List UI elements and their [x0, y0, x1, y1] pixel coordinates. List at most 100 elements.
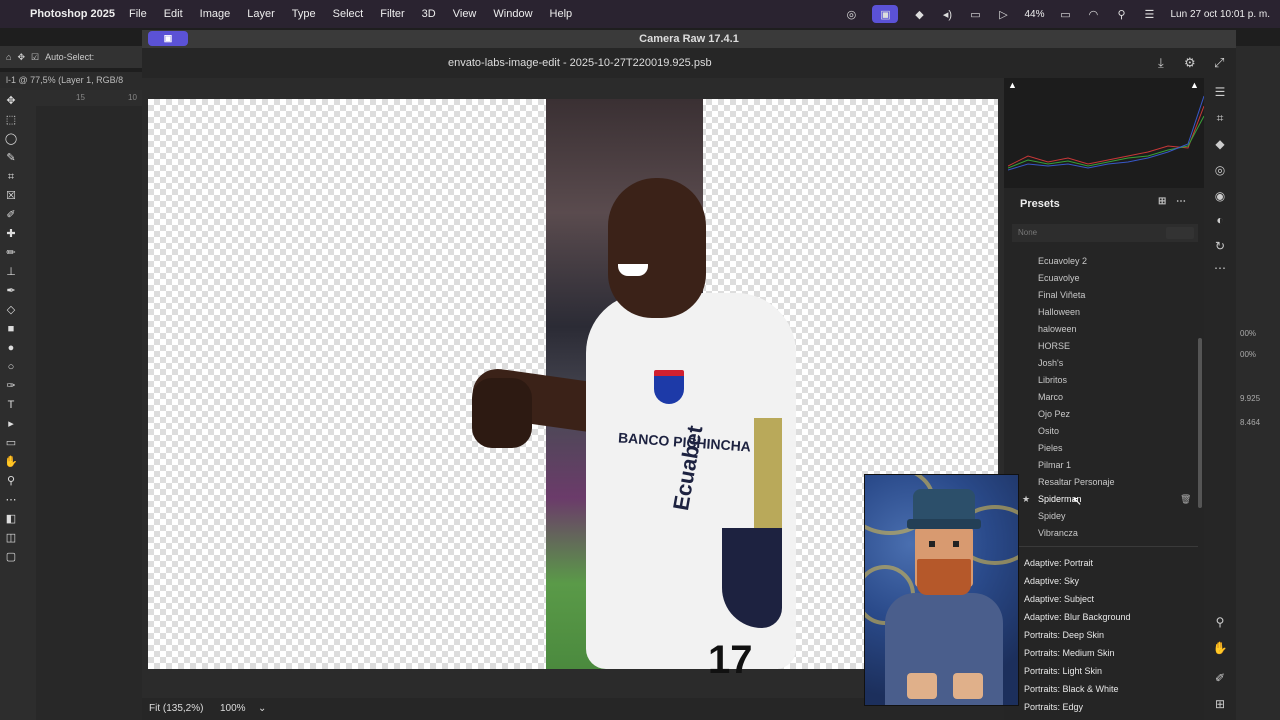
- preset-amount-chip[interactable]: [1166, 227, 1194, 239]
- marquee-icon[interactable]: ⬚: [4, 113, 18, 127]
- mask-icon[interactable]: ◎: [1212, 162, 1228, 178]
- more-tools-icon[interactable]: ⋯: [4, 493, 18, 507]
- path-select-icon[interactable]: ▸: [4, 417, 18, 431]
- preset-item[interactable]: Spidey: [1038, 511, 1066, 521]
- more-icon[interactable]: ⋯: [1212, 260, 1228, 276]
- zoom-tool-icon[interactable]: ⚲: [4, 474, 18, 488]
- eyedropper-icon[interactable]: ✐: [4, 208, 18, 222]
- preset-item[interactable]: Ecuavolye: [1038, 273, 1080, 283]
- preset-item[interactable]: Resaltar Personaje: [1038, 477, 1115, 487]
- zoom-dropdown-icon[interactable]: ⌄: [258, 703, 266, 714]
- preset-group[interactable]: Adaptive: Blur Background: [1024, 612, 1131, 622]
- zoom-icon[interactable]: ⚲: [1212, 614, 1228, 630]
- menu-filter[interactable]: Filter: [380, 8, 404, 20]
- pen-icon[interactable]: ✑: [4, 379, 18, 393]
- grid-icon[interactable]: ⊞: [1212, 696, 1228, 712]
- preset-item[interactable]: Ojo Pez: [1038, 409, 1070, 419]
- menu-select[interactable]: Select: [333, 8, 364, 20]
- snapshot-icon[interactable]: ↻: [1212, 238, 1228, 254]
- gradient-icon[interactable]: ■: [4, 322, 18, 336]
- menu-image[interactable]: Image: [200, 8, 231, 20]
- shape-icon[interactable]: ▭: [4, 436, 18, 450]
- preset-group[interactable]: Adaptive: Portrait: [1024, 558, 1093, 568]
- redeye-icon[interactable]: ◉: [1212, 188, 1228, 204]
- sampler-icon[interactable]: ✐: [1212, 670, 1228, 686]
- screen-share-icon[interactable]: ▣: [148, 31, 188, 46]
- volume-icon[interactable]: ◂): [940, 8, 954, 21]
- color-swatch-icon[interactable]: ◧: [4, 512, 18, 526]
- auto-select-checkbox[interactable]: ☑: [31, 52, 39, 63]
- play-icon[interactable]: ▷: [996, 8, 1010, 21]
- fit-zoom-option[interactable]: Fit (135,2%): [149, 703, 203, 714]
- preset-group[interactable]: Portraits: Light Skin: [1024, 666, 1102, 676]
- gear-icon[interactable]: ⚙: [1184, 55, 1196, 71]
- chat-icon[interactable]: ◆: [912, 8, 926, 21]
- presets-icon[interactable]: ◐: [1212, 212, 1228, 228]
- menu-type[interactable]: Type: [292, 8, 316, 20]
- preset-item[interactable]: Pieles: [1038, 443, 1063, 453]
- dodge-icon[interactable]: ○: [4, 360, 18, 374]
- screen-record-icon[interactable]: ▣: [872, 5, 899, 23]
- fullscreen-icon[interactable]: ⤢: [1214, 55, 1224, 71]
- crop-tool-icon[interactable]: ⌗: [4, 170, 18, 184]
- preset-group[interactable]: Adaptive: Sky: [1024, 576, 1079, 586]
- menu-3d[interactable]: 3D: [422, 8, 436, 20]
- preset-item[interactable]: Osito: [1038, 426, 1059, 436]
- favorite-star-icon[interactable]: ★: [1022, 494, 1030, 505]
- preset-item[interactable]: HORSE: [1038, 341, 1070, 351]
- battery-icon[interactable]: ▭: [1058, 8, 1072, 21]
- preset-group[interactable]: Portraits: Deep Skin: [1024, 630, 1104, 640]
- preset-item[interactable]: Pilmar 1: [1038, 460, 1071, 470]
- crop-icon[interactable]: ⌗: [1212, 110, 1228, 126]
- preset-amount-field[interactable]: None: [1012, 224, 1198, 242]
- preset-group[interactable]: Portraits: Medium Skin: [1024, 648, 1115, 658]
- home-icon[interactable]: ⌂: [6, 52, 11, 62]
- menu-view[interactable]: View: [453, 8, 477, 20]
- zoom-100-option[interactable]: 100%: [220, 703, 246, 714]
- search-icon[interactable]: ⚲: [1114, 8, 1128, 21]
- stamp-icon[interactable]: ⊥: [4, 265, 18, 279]
- menu-window[interactable]: Window: [493, 8, 532, 20]
- preset-item[interactable]: Final Viñeta: [1038, 290, 1085, 300]
- preset-scrollbar[interactable]: [1198, 338, 1202, 508]
- history-brush-icon[interactable]: ✒: [4, 284, 18, 298]
- new-preset-icon[interactable]: ⊞: [1158, 196, 1166, 207]
- preset-item[interactable]: Libritos: [1038, 375, 1067, 385]
- menu-edit[interactable]: Edit: [164, 8, 183, 20]
- control-center-icon[interactable]: ☰: [1142, 8, 1156, 21]
- preset-item[interactable]: Marco: [1038, 392, 1063, 402]
- preset-group[interactable]: Portraits: Black & White: [1024, 684, 1119, 694]
- lasso-icon[interactable]: ◯: [4, 132, 18, 146]
- eraser-icon[interactable]: ◆: [1212, 136, 1228, 152]
- save-icon[interactable]: ⤓: [1158, 55, 1164, 71]
- preset-item[interactable]: Halloween: [1038, 307, 1080, 317]
- preset-item[interactable]: Ecuavoley 2: [1038, 256, 1087, 266]
- eraser-tool-icon[interactable]: ◇: [4, 303, 18, 317]
- type-icon[interactable]: T: [4, 398, 18, 412]
- screen-mode-icon[interactable]: ▢: [4, 550, 18, 564]
- blur-icon[interactable]: ●: [4, 341, 18, 355]
- sync-icon[interactable]: ◎: [844, 8, 858, 21]
- menu-help[interactable]: Help: [550, 8, 573, 20]
- preset-item[interactable]: haloween: [1038, 324, 1077, 334]
- menu-file[interactable]: File: [129, 8, 147, 20]
- healing-icon[interactable]: ✚: [4, 227, 18, 241]
- hand-icon[interactable]: ✋: [1212, 640, 1228, 656]
- move-tool-icon[interactable]: ✥: [17, 52, 25, 63]
- presets-more-icon[interactable]: ⋯: [1176, 196, 1186, 207]
- clock[interactable]: Lun 27 oct 10:01 p. m.: [1170, 9, 1270, 20]
- highlight-clip-icon[interactable]: ▲: [1190, 80, 1199, 90]
- preset-item[interactable]: Vibrancza: [1038, 528, 1078, 538]
- shadow-clip-icon[interactable]: ▲: [1008, 80, 1017, 90]
- trash-icon[interactable]: 🗑: [1180, 494, 1191, 505]
- quick-select-icon[interactable]: ✎: [4, 151, 18, 165]
- quick-mask-icon[interactable]: ◫: [4, 531, 18, 545]
- menu-layer[interactable]: Layer: [247, 8, 275, 20]
- move-icon[interactable]: ✥: [4, 94, 18, 108]
- frame-icon[interactable]: ☒: [4, 189, 18, 203]
- wifi-icon[interactable]: ◠: [1086, 8, 1100, 21]
- app-name-menu[interactable]: Photoshop 2025: [30, 8, 115, 20]
- edit-sliders-icon[interactable]: ☰: [1212, 84, 1228, 100]
- brush-icon[interactable]: ✏: [4, 246, 18, 260]
- display-icon[interactable]: ▭: [968, 8, 982, 21]
